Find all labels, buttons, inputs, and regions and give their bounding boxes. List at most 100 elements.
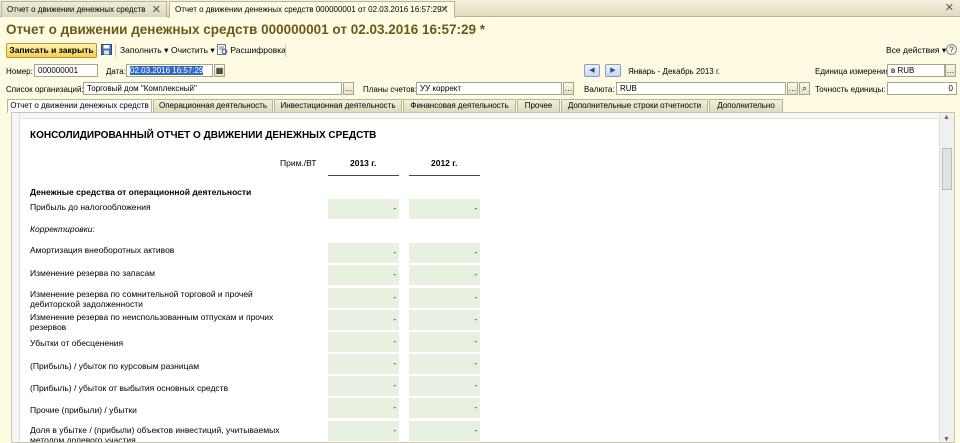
date-value: 02.03.2016 16:57:29 [130,66,204,75]
orgs-value: Торговый дом "Комплексный" [87,84,197,93]
select-unit-icon[interactable]: … [945,64,956,77]
scrollbar-thumb[interactable] [942,148,952,190]
row-label: Изменение резерва по запасам [30,268,156,278]
report-tabs: Отчет о движении денежных средств Операц… [0,99,960,113]
plans-label: Планы счетов: [363,85,418,94]
fill-menu-button[interactable]: Заполнить ▾ [120,43,168,58]
col-2013-underline [328,175,399,176]
row-label: Изменение резерва по неиспользованным от… [30,312,274,332]
window-tab-document[interactable]: Отчет о движении денежных средств 000000… [169,1,455,18]
value-cell-2013[interactable]: - [328,199,399,219]
select-orgs-icon[interactable]: … [343,82,354,95]
svg-text:?: ? [949,46,954,55]
value-cell-2012[interactable]: - [409,332,480,352]
window-tab-bar: Отчет о движении денежных средств ✕ Отче… [0,0,960,18]
all-actions-label: Все действия [886,45,940,55]
row-label: Прибыль до налогообложения [30,202,151,212]
orgs-field[interactable]: Торговый дом "Комплексный" [83,82,342,95]
value-cell-2012[interactable]: - [409,288,480,308]
save-and-close-button[interactable]: Записать и закрыть [6,43,97,58]
select-currency-icon[interactable]: … [787,82,798,95]
unit-value: в RUB [891,66,915,75]
value-cell-2012[interactable]: - [409,354,480,374]
toolbar-divider [115,44,116,57]
value-cell-2012[interactable]: - [409,421,480,441]
precision-field[interactable]: 0 [887,82,957,95]
number-field[interactable]: 000000001 [34,64,98,77]
orgs-label: Список организаций: [6,85,84,94]
scroll-up-icon[interactable]: ▲ [943,114,950,121]
clear-label: Очистить [171,45,209,55]
plans-field[interactable]: УУ коррект [416,82,562,95]
report-sheet[interactable]: КОНСОЛИДИРОВАННЫЙ ОТЧЕТ О ДВИЖЕНИИ ДЕНЕЖ… [11,112,955,443]
save-icon[interactable] [101,43,112,58]
close-tab-icon[interactable]: ✕ [440,3,449,16]
dropdown-arrow-icon: ▾ [210,45,215,55]
value-cell-2013[interactable]: - [328,421,399,441]
row-label: Убытки от обесценения [30,338,124,348]
value-cell-2013[interactable]: - [328,288,399,308]
fill-label: Заполнить [120,45,162,55]
tab-other[interactable]: Прочее [517,99,560,112]
row-label: (Прибыль) / убыток по курсовым разницам [30,361,200,371]
value-cell-2012[interactable]: - [409,265,480,285]
period-text: Январь - Декабрь 2013 г. [628,67,721,76]
date-label: Дата: [106,67,126,76]
precision-value: 0 [948,84,953,93]
window-tab-report-list[interactable]: Отчет о движении денежных средств ✕ [1,1,167,17]
value-cell-2012[interactable]: - [409,310,480,330]
row-label: (Прибыль) / убыток от выбытия основных с… [30,383,229,393]
tab-financing[interactable]: Финансовая деятельность [403,99,516,112]
value-cell-2013[interactable]: - [328,376,399,396]
precision-label: Точность единицы: [815,85,886,94]
decode-icon [217,44,228,55]
vertical-scrollbar[interactable]: ▲ ▼ [939,113,954,442]
tab-investing[interactable]: Инвестиционная деятельность [274,99,402,112]
value-cell-2013[interactable]: - [328,265,399,285]
row-label: Денежные средства от операционной деятел… [30,187,252,197]
col-2012-underline [409,175,480,176]
help-icon[interactable]: ? [946,43,957,58]
previous-period-button[interactable]: ◀ [584,64,600,77]
row-label: Амортизация внеоборотных активов [30,245,175,255]
scroll-down-icon[interactable]: ▼ [943,436,950,442]
plans-value: УУ коррект [420,84,462,93]
number-label: Номер: [6,67,33,76]
select-plans-icon[interactable]: … [563,82,574,95]
sheet-column-header [12,113,940,119]
tab-cash-flow-report[interactable]: Отчет о движении денежных средств [7,99,152,113]
unit-label: Единица измерения: [815,67,893,76]
tab-additional-lines[interactable]: Дополнительные строки отчетности [561,99,708,112]
col-2013-header: 2013 г. [350,158,377,168]
decode-button[interactable]: Расшифровка [217,43,286,58]
value-cell-2012[interactable]: - [409,398,480,418]
value-cell-2013[interactable]: - [328,398,399,418]
value-cell-2013[interactable]: - [328,354,399,374]
all-actions-menu[interactable]: Все действия ▾ [886,43,946,58]
page-title: Отчет о движении денежных средств 000000… [6,22,486,37]
tab-additional[interactable]: Дополнительно [709,99,783,112]
dropdown-arrow-icon: ▾ [164,45,169,55]
currency-field[interactable]: RUB [616,82,786,95]
search-icon[interactable]: ⌕ [799,82,810,95]
col-2012-header: 2012 г. [431,158,458,168]
value-cell-2012[interactable]: - [409,243,480,263]
date-field[interactable]: 02.03.2016 16:57:29 [126,64,213,77]
decode-label: Расшифровка [230,45,286,55]
value-cell-2013[interactable]: - [328,310,399,330]
next-period-button[interactable]: ▶ [605,64,621,77]
close-tab-icon[interactable]: ✕ [152,3,161,16]
currency-label: Валюта: [584,85,615,94]
close-window-icon[interactable]: ✕ [945,1,954,14]
tab-operating[interactable]: Операционная деятельность [153,99,273,112]
calendar-icon[interactable]: ▦ [214,64,225,77]
clear-menu-button[interactable]: Очистить ▾ [171,43,215,58]
value-cell-2012[interactable]: - [409,199,480,219]
tab-label: Отчет о движении денежных средств 000000… [175,5,447,14]
value-cell-2013[interactable]: - [328,332,399,352]
unit-field[interactable]: в RUB [887,64,945,77]
sheet-row-header [12,113,20,442]
value-cell-2013[interactable]: - [328,243,399,263]
currency-value: RUB [620,84,637,93]
value-cell-2012[interactable]: - [409,376,480,396]
